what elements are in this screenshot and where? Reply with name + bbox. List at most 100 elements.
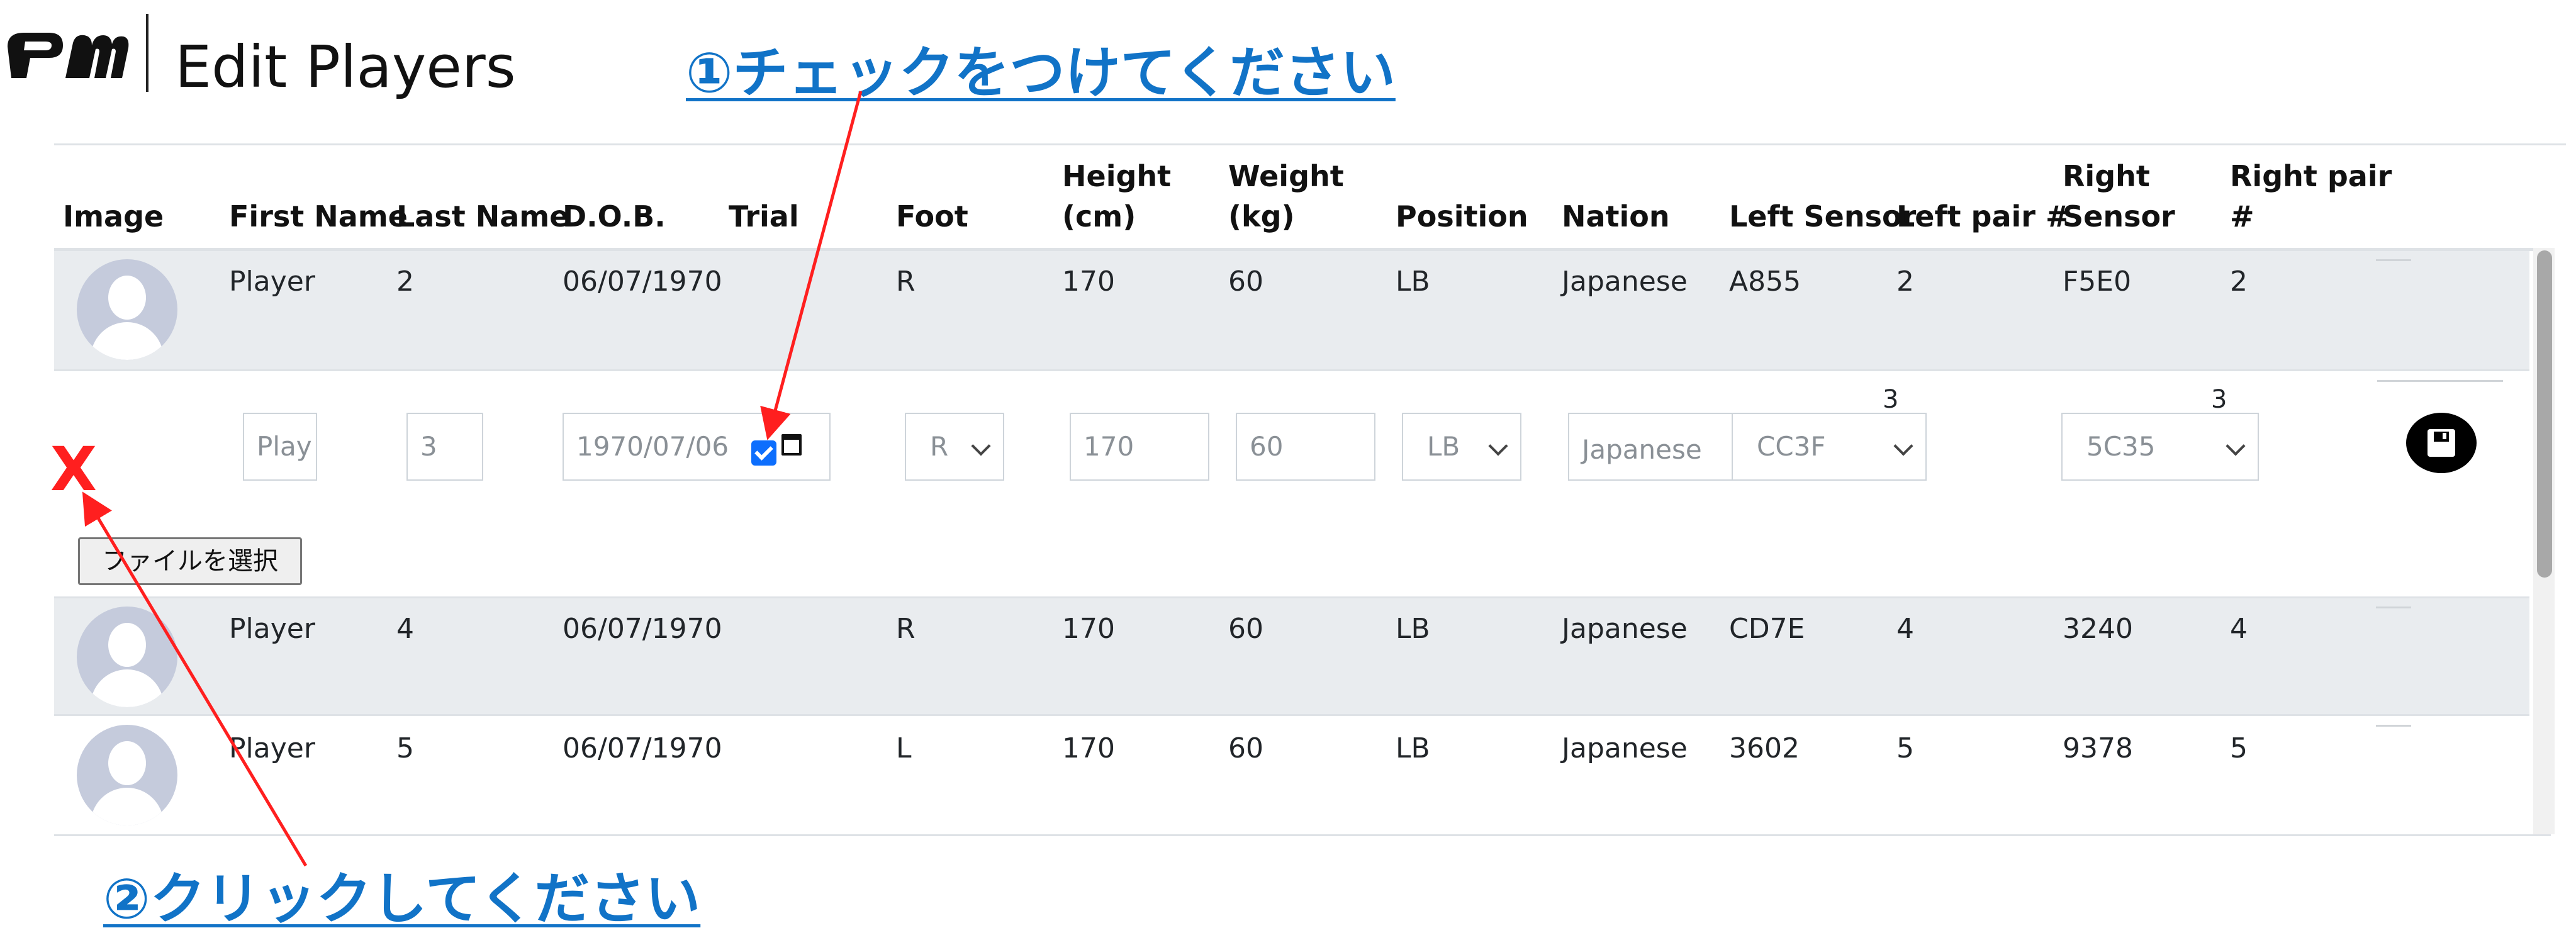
position-select[interactable]: LB <box>1402 413 1521 481</box>
cell-left-sensor: A855 <box>1729 266 1801 298</box>
left-sensor-select[interactable]: CC3F <box>1732 413 1927 481</box>
avatar-icon <box>77 725 177 825</box>
column-header-right-pair-line1: Right pair <box>2230 159 2392 193</box>
foot-select-value: R <box>930 431 949 462</box>
right-sensor-select[interactable]: 5C35 <box>2061 413 2259 481</box>
left-pair-label: 3 <box>1883 385 1899 414</box>
left-sensor-select-value: CC3F <box>1757 431 1826 462</box>
cell-right-sensor: F5E0 <box>2063 266 2132 298</box>
avatar-icon <box>77 259 177 360</box>
cell-left-pair: 2 <box>1896 266 1914 298</box>
cell-left-pair: 4 <box>1896 613 1914 645</box>
column-header-weight-line1: Weight <box>1228 159 1344 193</box>
column-header-left-pair: Left pair # <box>1896 199 2070 233</box>
row-action-divider <box>2376 607 2411 608</box>
cell-left-sensor: CD7E <box>1729 613 1805 645</box>
logo-divider <box>146 14 148 92</box>
cell-height: 170 <box>1062 266 1115 298</box>
cell-left-sensor: 3602 <box>1729 732 1800 764</box>
column-header-position: Position <box>1396 199 1528 233</box>
cell-weight: 60 <box>1228 266 1263 298</box>
cell-dob: 06/07/1970 <box>563 613 722 645</box>
column-header-image: Image <box>63 199 164 233</box>
column-header-right-pair-line2: # <box>2230 199 2254 233</box>
instruction-callout-check: ①チェックをつけてください <box>686 40 1396 105</box>
table-scrollbar-thumb[interactable] <box>2537 250 2552 578</box>
cell-foot: R <box>896 613 916 645</box>
column-header-right-pair: Right pair # <box>2230 156 2392 237</box>
cell-dob: 06/07/1970 <box>563 732 722 764</box>
cell-position: LB <box>1396 732 1430 764</box>
chevron-down-icon <box>1488 436 1508 456</box>
weight-input[interactable]: 60 <box>1236 413 1375 481</box>
row-action-divider <box>2376 259 2411 261</box>
cell-first-name: Player <box>229 266 315 298</box>
column-header-dob: D.O.B. <box>563 199 666 233</box>
cell-foot: R <box>896 266 916 298</box>
height-input[interactable]: 170 <box>1070 413 1209 481</box>
column-header-height: Height (cm) <box>1062 156 1171 237</box>
calendar-icon[interactable] <box>781 434 802 456</box>
column-header-height-line1: Height <box>1062 159 1172 193</box>
cell-height: 170 <box>1062 613 1115 645</box>
column-header-left-sensor: Left Sensor <box>1729 199 1917 233</box>
right-sensor-select-value: 5C35 <box>2086 431 2156 462</box>
foot-select[interactable]: R <box>905 413 1004 481</box>
chevron-down-icon <box>2226 436 2246 456</box>
cell-right-pair: 2 <box>2230 266 2248 298</box>
column-header-weight-line2: (kg) <box>1228 199 1295 233</box>
column-header-foot: Foot <box>896 199 968 233</box>
cell-right-sensor: 9378 <box>2063 732 2133 764</box>
save-icon[interactable] <box>2406 413 2477 473</box>
last-name-input[interactable]: 3 <box>406 413 483 481</box>
column-header-weight: Weight (kg) <box>1228 156 1344 237</box>
table-bottom-border <box>54 834 2551 836</box>
first-name-input[interactable]: Play <box>243 413 317 481</box>
column-header-trial: Trial <box>729 199 799 233</box>
cell-last-name: 5 <box>396 732 414 764</box>
position-select-value: LB <box>1427 431 1460 462</box>
cell-nation: Japanese <box>1562 732 1688 764</box>
cell-nation: Japanese <box>1562 266 1688 298</box>
cell-right-pair: 4 <box>2230 613 2248 645</box>
row-divider <box>54 714 2529 716</box>
column-header-right-sensor-line1: Right <box>2063 159 2150 193</box>
logo-icon <box>8 33 129 78</box>
row-action-divider <box>2377 380 2503 382</box>
cell-last-name: 4 <box>396 613 414 645</box>
right-pair-label: 3 <box>2211 385 2227 414</box>
cell-height: 170 <box>1062 732 1115 764</box>
table-top-border <box>54 143 2566 145</box>
instruction-callout-click: ②クリックしてください <box>103 866 701 931</box>
column-header-first-name: First Name <box>229 199 408 233</box>
row-divider <box>54 369 2529 371</box>
avatar-icon <box>77 607 177 707</box>
chevron-down-icon <box>971 436 991 456</box>
nation-input[interactable]: Japanese <box>1568 413 1738 481</box>
column-header-right-sensor: Right Sensor <box>2063 156 2175 237</box>
column-header-last-name: Last Name <box>396 199 569 233</box>
cell-nation: Japanese <box>1562 613 1688 645</box>
column-header-height-line2: (cm) <box>1062 199 1136 233</box>
cell-foot: L <box>896 732 912 764</box>
cell-first-name: Player <box>229 613 315 645</box>
cell-dob: 06/07/1970 <box>563 266 722 298</box>
cell-last-name: 2 <box>396 266 414 298</box>
cell-first-name: Player <box>229 732 315 764</box>
cell-left-pair: 5 <box>1896 732 1914 764</box>
cell-right-sensor: 3240 <box>2063 613 2133 645</box>
trial-checkbox[interactable] <box>751 440 776 466</box>
cell-weight: 60 <box>1228 732 1263 764</box>
cell-position: LB <box>1396 266 1430 298</box>
red-x-marker: X <box>50 434 98 505</box>
choose-file-button[interactable]: ファイルを選択 <box>78 537 302 585</box>
dob-value: 1970/07/06 <box>576 431 729 462</box>
cell-weight: 60 <box>1228 613 1263 645</box>
page-title: Edit Players <box>175 33 516 101</box>
column-header-nation: Nation <box>1562 199 1670 233</box>
chevron-down-icon <box>1893 436 1913 456</box>
cell-position: LB <box>1396 613 1430 645</box>
cell-right-pair: 5 <box>2230 732 2248 764</box>
column-header-right-sensor-line2: Sensor <box>2063 199 2175 233</box>
row-action-divider <box>2376 725 2411 727</box>
